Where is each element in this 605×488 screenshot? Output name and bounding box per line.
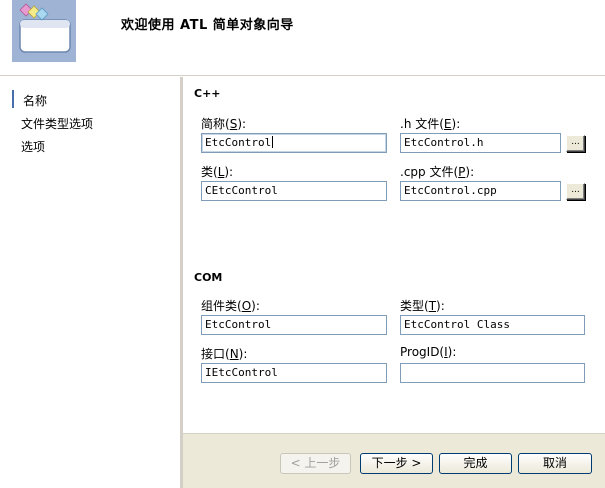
nav-item-file-type-options[interactable]: 文件类型选项	[21, 115, 93, 132]
coclass-input[interactable]: EtcControl	[201, 315, 387, 335]
class-label: 类(L):	[201, 165, 234, 179]
page-title: 欢迎使用 ATL 简单对象向导	[121, 18, 294, 33]
progid-label: ProgID(I):	[400, 345, 457, 359]
type-input[interactable]: EtcControl Class	[400, 315, 585, 335]
nav-item-name[interactable]: 名称	[11, 90, 47, 109]
cpp-file-browse-button[interactable]: ...	[566, 183, 585, 200]
com-group-line	[217, 278, 592, 279]
text-caret	[272, 136, 274, 148]
cpp-group-line	[213, 94, 592, 95]
type-label: 类型(T):	[400, 299, 445, 313]
h-file-label: .h 文件(E):	[400, 117, 461, 131]
wizard-logo-icon	[12, 0, 76, 62]
interface-input[interactable]: IEtcControl	[201, 363, 387, 383]
class-input[interactable]: CEtcControl	[201, 181, 387, 201]
wizard-main-panel: C++ 简称(S): EtcControl .h 文件(E): EtcContr…	[183, 77, 605, 488]
back-button[interactable]: < 上一步	[280, 453, 351, 474]
cpp-group-label: C++	[194, 87, 225, 100]
next-button[interactable]: 下一步 >	[360, 453, 433, 474]
h-file-browse-button[interactable]: ...	[566, 135, 585, 152]
h-file-input[interactable]: EtcControl.h	[400, 133, 561, 153]
short-name-input[interactable]: EtcControl	[201, 133, 387, 153]
wizard-nav: 名称 文件类型选项 选项	[0, 77, 180, 488]
interface-label: 接口(N):	[201, 347, 248, 361]
coclass-label: 组件类(O):	[201, 299, 260, 313]
cpp-file-label: .cpp 文件(P):	[400, 165, 475, 179]
wizard-footer: < 上一步 下一步 > 完成 取消	[183, 433, 605, 488]
nav-item-options[interactable]: 选项	[21, 138, 45, 155]
short-name-label: 简称(S):	[201, 117, 247, 131]
wizard-header: 欢迎使用 ATL 简单对象向导	[0, 0, 605, 76]
progid-input[interactable]	[400, 363, 585, 383]
cancel-button[interactable]: 取消	[518, 453, 592, 474]
com-group-label: COM	[194, 271, 227, 284]
cpp-file-input[interactable]: EtcControl.cpp	[400, 181, 561, 201]
finish-button[interactable]: 完成	[439, 453, 512, 474]
